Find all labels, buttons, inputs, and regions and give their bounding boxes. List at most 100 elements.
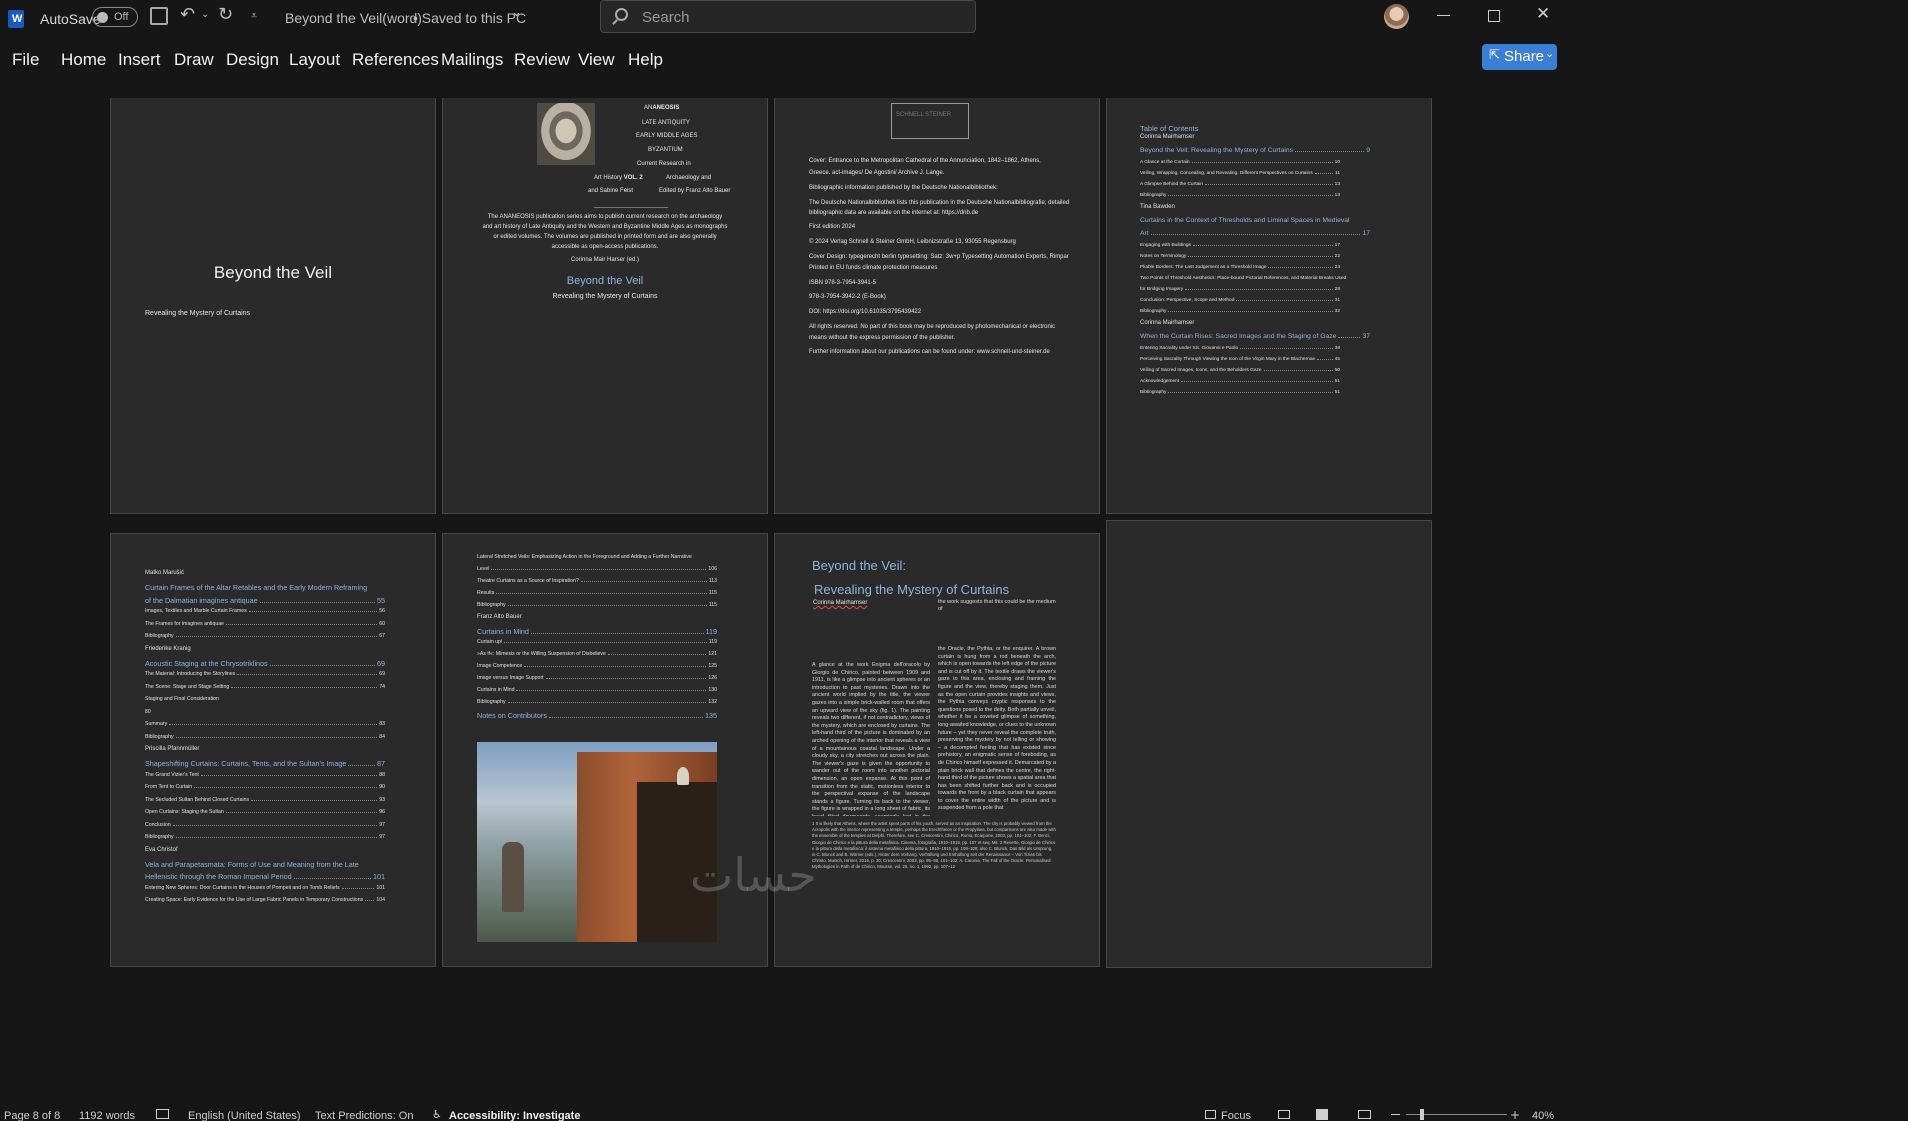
word-count[interactable]: 1192 words: [79, 1110, 135, 1121]
toc-entry[interactable]: The Secluded Sultan Behind Closed Curtai…: [145, 797, 385, 803]
toc-author[interactable]: Franz Alto Bauer: [477, 614, 717, 620]
word-icon[interactable]: W: [8, 10, 24, 28]
toc-chapter[interactable]: of the Dalmatian imagines antiquae 55: [145, 596, 385, 605]
toc-chapter[interactable]: When the Curtain Rises: Sacred Images an…: [1140, 333, 1370, 340]
page-1[interactable]: Beyond the Veil Revealing the Mystery of…: [110, 98, 436, 514]
toc-entry[interactable]: Level 106: [477, 566, 717, 572]
toc-entry[interactable]: Bibliography 13: [1140, 193, 1340, 198]
toc-entry[interactable]: Curtain up! 119: [477, 639, 717, 645]
minimize-icon[interactable]: [1437, 15, 1450, 16]
language[interactable]: English (United States): [188, 1110, 301, 1121]
tab-help[interactable]: Help: [628, 50, 663, 70]
autosave-toggle[interactable]: Off: [92, 7, 138, 27]
page-8[interactable]: [1106, 520, 1432, 968]
web-layout-icon[interactable]: [1358, 1110, 1371, 1119]
page-7[interactable]: Beyond the Veil: Revealing the Mystery o…: [774, 533, 1100, 967]
customize-toolbar-icon[interactable]: ⩡: [251, 9, 257, 23]
toc-entry[interactable]: A Glimpse Behind the Curtain 13: [1140, 182, 1340, 187]
tab-layout[interactable]: Layout: [289, 50, 340, 70]
avatar[interactable]: [1384, 4, 1409, 29]
toc-entry[interactable]: Veiling of Sacred Images, Icons, and the…: [1140, 368, 1340, 373]
redo-icon[interactable]: ↻: [218, 4, 233, 25]
toc-entry[interactable]: Creating Space: Early Evidence for the U…: [145, 897, 385, 903]
restore-icon[interactable]: [1488, 10, 1500, 22]
toc-entry[interactable]: Two Points of Threshold Aesthetics: Plac…: [1140, 276, 1346, 281]
save-icon[interactable]: [150, 7, 168, 25]
document-canvas[interactable]: Beyond the Veil Revealing the Mystery of…: [0, 98, 1908, 1108]
close-icon[interactable]: ✕: [1536, 4, 1550, 24]
toc-chapter[interactable]: Acoustic Staging at the Chrysotriklinos 6…: [145, 659, 385, 668]
page-5[interactable]: Matko Marušić Curtain Frames of the Altar…: [110, 533, 436, 967]
toc-entry[interactable]: Perceiving Sacrality Through Viewing the…: [1140, 357, 1340, 362]
toc-entry[interactable]: Open Curtains: Staging the Sultan 96: [145, 809, 385, 815]
toc-author[interactable]: Eva Christof: [145, 847, 385, 853]
toc-entry[interactable]: Entering Sacrality under SS. Giovanni e …: [1140, 346, 1340, 351]
toc-entry[interactable]: Entering New Spheres: Door Curtains in t…: [145, 885, 385, 891]
toc-chapter[interactable]: Hellenistic through the Roman Imperial P…: [145, 872, 385, 881]
page-4[interactable]: Table of Contents Corinna Mairhamser Beyo…: [1106, 98, 1432, 514]
toc-entry[interactable]: Pliable Borders: The Last Judgement as a…: [1140, 265, 1340, 270]
toc-entry[interactable]: Staging and Final Consideration: [145, 696, 385, 702]
read-mode-icon[interactable]: [1278, 1110, 1290, 1119]
toc-entry[interactable]: Image Competence 125: [477, 663, 717, 669]
zoom-out-icon[interactable]: [1391, 1114, 1400, 1115]
undo-dropdown-icon[interactable]: ⌄: [201, 9, 209, 20]
toc-entry[interactable]: Conclusion: Perspective, Scope and Metho…: [1140, 298, 1340, 303]
toc-entry[interactable]: Curtains in Mind 130: [477, 687, 717, 693]
print-layout-icon[interactable]: [1316, 1109, 1328, 1120]
toc-entry[interactable]: Veiling, Wrapping, Concealing, and Revea…: [1140, 171, 1340, 176]
toc-entry[interactable]: Bibliography 84: [145, 734, 385, 740]
toc-entry[interactable]: Acknowledgement 51: [1140, 379, 1340, 384]
focus-button[interactable]: Focus: [1221, 1110, 1251, 1121]
tab-draw[interactable]: Draw: [174, 50, 214, 70]
toc-entry[interactable]: »As if«: Mimesis or the Willing Suspensi…: [477, 651, 717, 657]
toc-entry[interactable]: Lateral Stretched Veils: Emphasizing Act…: [477, 554, 717, 560]
toc-entry[interactable]: Image versus Image Support 126: [477, 675, 717, 681]
toc-entry[interactable]: Bibliography 67: [145, 633, 385, 639]
toc-author[interactable]: Corinna Mairhamser: [1140, 134, 1340, 140]
tab-file[interactable]: File: [12, 50, 39, 70]
zoom-slider-thumb[interactable]: [1420, 1109, 1424, 1120]
page-2[interactable]: ANANEOSIS LATE ANTIQUITY EARLY MIDDLE AG…: [442, 98, 768, 514]
toc-entry[interactable]: Notes on Terminology 22: [1140, 254, 1340, 259]
toc-entry[interactable]: Bibliography 32: [1140, 309, 1340, 314]
toc-author[interactable]: Friederike Kranig: [145, 646, 385, 652]
tab-mailings[interactable]: Mailings: [441, 50, 503, 70]
toc-entry[interactable]: Engaging with Buildings 17: [1140, 243, 1340, 248]
toc-entry[interactable]: Summary 83: [145, 721, 385, 727]
toc-chapter[interactable]: Beyond the Veil: Revealing the Mystery o…: [1140, 147, 1370, 154]
toc-entry[interactable]: Images, Textiles and Marble Curtain Fram…: [145, 608, 385, 614]
toc-author[interactable]: Corinna Mairhamser: [1140, 320, 1340, 326]
zoom-in-icon[interactable]: +: [1510, 1108, 1520, 1121]
toc-entry[interactable]: Theatre Curtains as a Source of Inspirat…: [477, 578, 717, 584]
toc-chapter[interactable]: Curtains in the Context of Thresholds an…: [1140, 217, 1370, 224]
toc-entry[interactable]: for Bridging Imagery 28: [1140, 287, 1340, 292]
toc-entry[interactable]: The Scene: Stage and Stage Setting 74: [145, 684, 385, 690]
toc-entry[interactable]: From Tent to Curtain 90: [145, 784, 385, 790]
toc-author[interactable]: Priscilla Pfannmüller: [145, 746, 385, 752]
toc-author[interactable]: Tina Bawden: [1140, 204, 1340, 210]
toc-entry[interactable]: Results 115: [477, 590, 717, 596]
tab-view[interactable]: View: [578, 50, 615, 70]
page-3[interactable]: SCHNELL STEINER Cover: Entrance to the M…: [774, 98, 1100, 514]
toc-entry[interactable]: Bibliography 132: [477, 699, 717, 705]
proofing-icon[interactable]: [156, 1109, 169, 1119]
zoom-level[interactable]: 40%: [1532, 1110, 1554, 1121]
toc-author[interactable]: Matko Marušić: [145, 570, 385, 576]
tab-design[interactable]: Design: [226, 50, 279, 70]
toc-entry[interactable]: Bibliography 51: [1140, 390, 1340, 395]
toc-entry[interactable]: The Frames for imagines antiquae 60: [145, 621, 385, 627]
toc-chapter[interactable]: Notes on Contributors 135: [477, 711, 717, 720]
toc-chapter[interactable]: Vela and Parapetasmata: Forms of Use and…: [145, 860, 385, 869]
toc-entry[interactable]: Conclusion 97: [145, 822, 385, 828]
toc-chapter[interactable]: Curtain Frames of the Altar Retables and…: [145, 583, 385, 592]
doc-title[interactable]: Beyond the Veil(word): [285, 10, 422, 26]
toc-entry[interactable]: A Glance at the Curtain 10: [1140, 160, 1340, 165]
toc-entry[interactable]: The Grand Vizier's Tent 88: [145, 772, 385, 778]
title-chevron-down-icon[interactable]: ⌄: [511, 5, 522, 20]
toc-entry[interactable]: 80: [145, 709, 385, 715]
tab-references[interactable]: References: [352, 50, 439, 70]
toc-chapter[interactable]: Art 17: [1140, 230, 1370, 237]
tab-review[interactable]: Review: [514, 50, 570, 70]
tab-home[interactable]: Home: [61, 50, 106, 70]
